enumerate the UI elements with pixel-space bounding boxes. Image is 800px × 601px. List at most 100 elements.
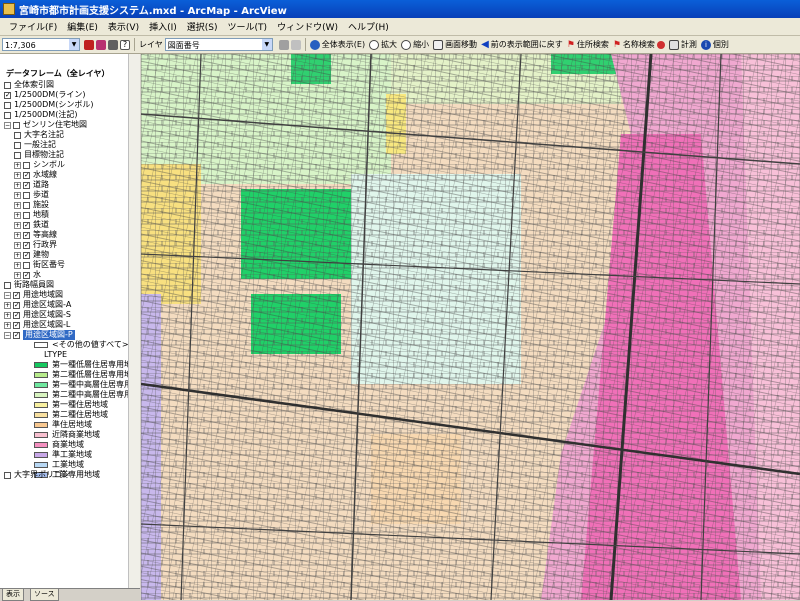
address-search-button[interactable]: ⚑ 住所検索	[565, 38, 611, 52]
expand-icon[interactable]: +	[14, 271, 21, 279]
layer-checkbox[interactable]	[14, 141, 21, 149]
layer-row[interactable]: + 地積	[14, 210, 49, 220]
layer-row[interactable]: − ゼンリン住宅地図	[4, 120, 87, 130]
layer-checkbox[interactable]	[23, 211, 30, 219]
menu-tools[interactable]: ツール(T)	[223, 20, 273, 33]
layer-checkbox[interactable]	[23, 171, 30, 179]
layer-row[interactable]: 1/2500DM(ライン)	[4, 90, 85, 100]
sketch-icon[interactable]	[290, 39, 301, 50]
menu-view[interactable]: 表示(V)	[103, 20, 144, 33]
layer-row[interactable]: 目標物注記	[14, 150, 64, 160]
layer-row[interactable]: + 等高線	[14, 230, 57, 240]
select-tool-icon[interactable]	[108, 39, 118, 50]
layer-checkbox[interactable]	[4, 111, 11, 119]
map-view[interactable]	[141, 54, 800, 600]
editor-icon[interactable]	[278, 39, 289, 50]
pan-button[interactable]: 画面移動	[431, 38, 479, 52]
layer-row[interactable]: 大字名注記	[14, 130, 64, 140]
menu-insert[interactable]: 挿入(I)	[144, 20, 182, 33]
tab-display[interactable]: 表示	[2, 589, 24, 601]
layer-row[interactable]: 1/2500DM(注記)	[4, 110, 77, 120]
name-search-button[interactable]: ⚑ 名称検索	[611, 38, 657, 52]
layer-checkbox[interactable]	[14, 151, 21, 159]
layer-row[interactable]: + 道路	[14, 180, 49, 190]
layer-row[interactable]: + 建物	[14, 250, 49, 260]
scale-combo[interactable]: 1:7,306 ▼	[2, 38, 80, 51]
expand-icon[interactable]: +	[14, 221, 21, 229]
full-extent-button[interactable]: 全体表示(E)	[308, 38, 367, 52]
layer-checkbox[interactable]	[23, 161, 30, 169]
expand-icon[interactable]: +	[14, 181, 21, 189]
menu-window[interactable]: ウィンドウ(W)	[272, 20, 343, 33]
layer-checkbox[interactable]	[23, 231, 30, 239]
chevron-down-icon[interactable]: ▼	[261, 39, 272, 50]
zoom-out-button[interactable]: 縮小	[399, 38, 431, 52]
layer-row[interactable]: + シンボル	[14, 160, 65, 170]
layer-checkbox[interactable]	[23, 181, 30, 189]
expand-icon[interactable]: +	[14, 261, 21, 269]
menu-file[interactable]: ファイル(F)	[4, 20, 62, 33]
layer-checkbox[interactable]	[23, 191, 30, 199]
layer-row[interactable]: 1/2500DM(シンボル)	[4, 100, 93, 110]
layer-checkbox[interactable]	[23, 201, 30, 209]
menu-selection[interactable]: 選択(S)	[182, 20, 223, 33]
measure-button[interactable]: 計測	[667, 38, 699, 52]
collapse-icon[interactable]: −	[4, 331, 11, 339]
layer-row[interactable]: +水	[14, 270, 41, 280]
dataframe-title[interactable]: データフレーム（全レイヤ）	[6, 69, 110, 79]
identify-button[interactable]: i 個別	[699, 38, 731, 52]
layer-checkbox[interactable]	[23, 221, 30, 229]
zoom-in-button[interactable]: 拡大	[367, 38, 399, 52]
layer-checkbox[interactable]	[4, 91, 11, 99]
layer-checkbox[interactable]	[13, 301, 20, 309]
expand-icon[interactable]: +	[14, 161, 21, 169]
layer-row[interactable]: 一般注記	[14, 140, 56, 150]
layer-checkbox[interactable]	[13, 321, 20, 329]
help-cursor-icon[interactable]: ?	[120, 39, 130, 50]
layer-checkbox[interactable]	[4, 471, 11, 479]
layer-row[interactable]: − 用途区域図-P	[4, 330, 75, 340]
expand-icon[interactable]: +	[14, 201, 21, 209]
layer-row[interactable]: + 行政界	[14, 240, 57, 250]
layer-row[interactable]: + 用途区域図-L	[4, 320, 70, 330]
layer-row[interactable]: + 水域線	[14, 170, 57, 180]
layer-oaza-polygon[interactable]: 大字界ポリゴン	[4, 470, 70, 480]
layer-checkbox[interactable]	[13, 311, 20, 319]
expand-icon[interactable]: +	[14, 211, 21, 219]
layer-checkbox[interactable]	[23, 241, 30, 249]
layer-checkbox[interactable]	[23, 261, 30, 269]
expand-icon[interactable]: +	[4, 321, 11, 329]
layer-row[interactable]: + 歩道	[14, 190, 49, 200]
layer-checkbox[interactable]	[4, 81, 11, 89]
previous-extent-button[interactable]: ◀ 前の表示範囲に戻す	[479, 38, 565, 52]
expand-icon[interactable]: +	[14, 231, 21, 239]
expand-icon[interactable]: +	[14, 171, 21, 179]
add-data-icon[interactable]	[84, 39, 94, 50]
menu-edit[interactable]: 編集(E)	[62, 20, 103, 33]
expand-icon[interactable]: +	[14, 241, 21, 249]
layer-row[interactable]: + 用途区域図-S	[4, 310, 71, 320]
map-canvas[interactable]	[141, 54, 800, 600]
layer-checkbox[interactable]	[13, 331, 20, 339]
layer-row[interactable]: − 用途地域図	[4, 290, 63, 300]
layer-checkbox[interactable]	[13, 121, 20, 129]
pin-icon[interactable]	[656, 40, 665, 49]
layer-row[interactable]: + 街区番号	[14, 260, 65, 270]
layer-checkbox[interactable]	[14, 131, 21, 139]
collapse-icon[interactable]: −	[4, 291, 11, 299]
chevron-down-icon[interactable]: ▼	[69, 39, 79, 50]
menu-help[interactable]: ヘルプ(H)	[343, 20, 394, 33]
expand-icon[interactable]: +	[14, 191, 21, 199]
tab-source[interactable]: ソース	[30, 589, 59, 601]
expand-icon[interactable]: +	[4, 301, 11, 309]
layer-checkbox[interactable]	[23, 251, 30, 259]
toc-scrollbar[interactable]	[128, 54, 140, 588]
expand-icon[interactable]: +	[14, 251, 21, 259]
layer-checkbox[interactable]	[13, 291, 20, 299]
layer-row[interactable]: + 用途区域図-A	[4, 300, 71, 310]
layer-checkbox[interactable]	[4, 281, 11, 289]
layer-checkbox[interactable]	[4, 101, 11, 109]
layer-row[interactable]: 街路幅員図	[4, 280, 54, 290]
layer-row[interactable]: + 鉄道	[14, 220, 49, 230]
layer-row[interactable]: + 施設	[14, 200, 49, 210]
